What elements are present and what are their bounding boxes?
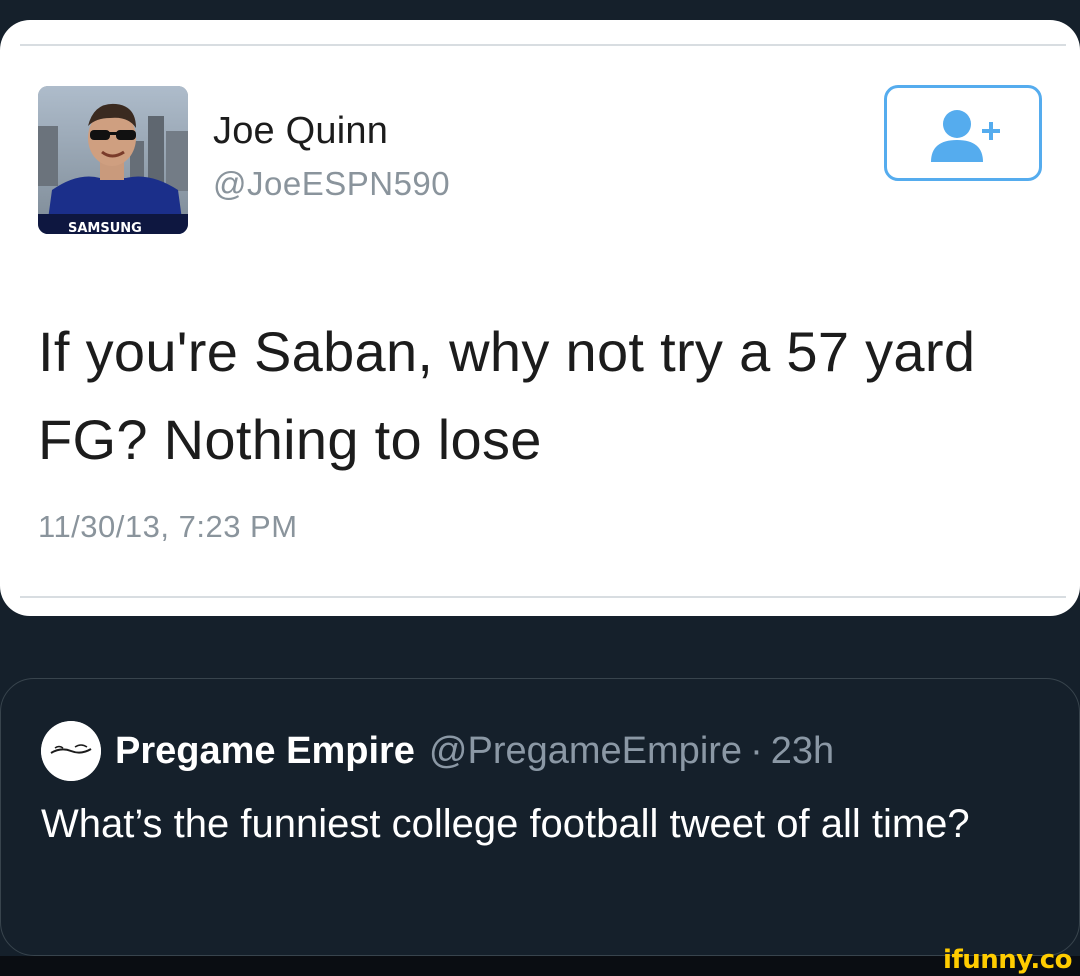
tweet-author-handle[interactable]: @JoeESPN590 xyxy=(213,165,450,203)
divider-bottom xyxy=(20,596,1066,598)
divider-top xyxy=(20,44,1066,46)
quote-author-handle[interactable]: @PregameEmpire xyxy=(429,730,742,773)
pregame-empire-logo-icon xyxy=(41,721,101,781)
tweet-body-text: If you're Saban, why not try a 57 yard F… xyxy=(38,320,976,471)
bottom-strip xyxy=(0,956,1080,976)
follow-button[interactable] xyxy=(884,85,1042,181)
profile-photo-avatar[interactable]: SAMSUNG xyxy=(38,86,188,234)
quote-timestamp[interactable]: 23h xyxy=(771,730,834,773)
quote-tweet-header: Pregame Empire @PregameEmpire · 23h xyxy=(41,721,834,781)
add-user-icon xyxy=(931,110,1000,162)
tweet-author-name[interactable]: Joe Quinn xyxy=(213,110,388,153)
tweet-screenshot-card: SAMSUNG Joe Quinn @JoeESPN590 If you're … xyxy=(0,20,1080,616)
pregame-empire-avatar[interactable] xyxy=(41,721,101,781)
separator-dot: · xyxy=(750,729,763,772)
avatar-shirt-text: SAMSUNG xyxy=(68,221,142,234)
quote-body-text: What’s the funniest college football twe… xyxy=(41,802,970,846)
ifunny-watermark: ifunny.co xyxy=(943,945,1072,975)
profile-photo-icon: SAMSUNG xyxy=(38,86,188,234)
quote-author-name[interactable]: Pregame Empire xyxy=(115,730,415,773)
tweet-timestamp[interactable]: 11/30/13, 7:23 PM xyxy=(38,509,298,545)
quote-tweet-card[interactable]: Pregame Empire @PregameEmpire · 23h What… xyxy=(0,678,1080,956)
